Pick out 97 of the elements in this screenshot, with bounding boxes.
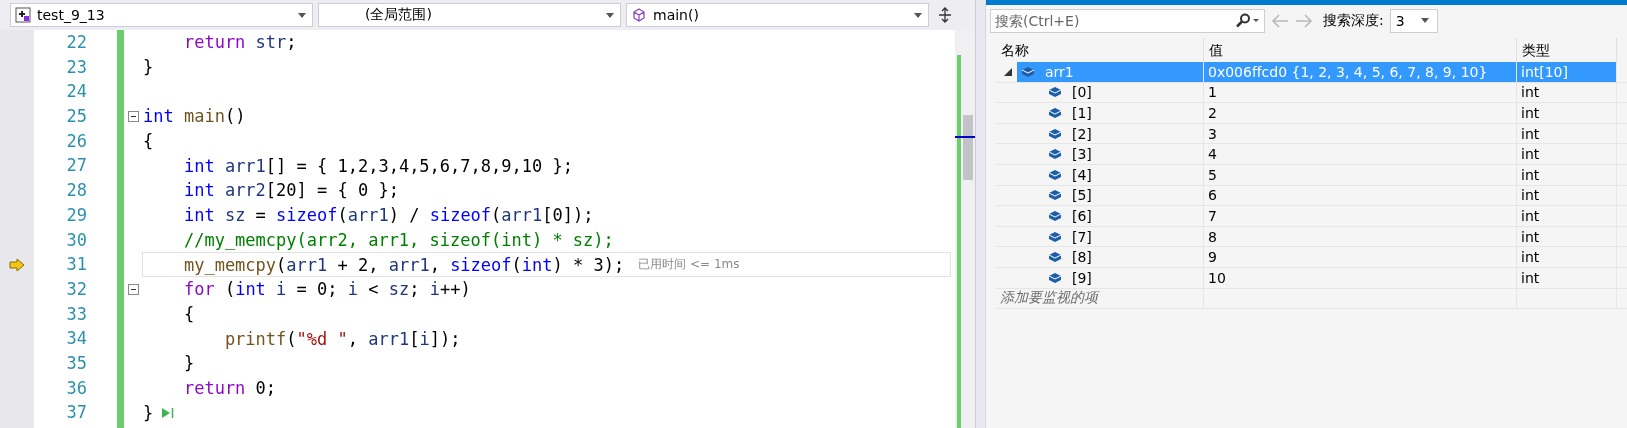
line-number: 28 bbox=[65, 179, 87, 203]
navigation-dropdown[interactable]: main() bbox=[626, 3, 929, 27]
watch-type-cell: int bbox=[1517, 185, 1617, 206]
watch-value-cell: 8 bbox=[1204, 226, 1517, 247]
watch-type-cell: int bbox=[1517, 226, 1617, 247]
variable-icon bbox=[1048, 148, 1062, 161]
variable-icon bbox=[1048, 107, 1062, 119]
watch-value-cell: 0x006ffcd0 {1, 2, 3, 4, 5, 6, 7, 8, 9, 10} bbox=[1204, 62, 1517, 82]
code-line: } bbox=[143, 402, 154, 423]
caret-icon bbox=[914, 12, 922, 18]
forward-arrow-icon[interactable] bbox=[1295, 13, 1313, 28]
line-number: 30 bbox=[65, 228, 87, 252]
code-line: { bbox=[143, 131, 154, 152]
watch-name-cell[interactable]: [1] bbox=[1044, 103, 1203, 123]
line-number: 27 bbox=[65, 154, 87, 178]
line-number: 35 bbox=[65, 351, 87, 375]
search-field[interactable]: 搜索(Ctrl+E) bbox=[990, 8, 1265, 33]
navigation-dropdown[interactable]: test_9_13 bbox=[10, 3, 313, 27]
cube-icon bbox=[631, 7, 647, 23]
code-line: for (int i = 0; i < sz; i++) bbox=[182, 279, 471, 300]
code-line: int main() bbox=[143, 106, 246, 127]
variable-icon bbox=[1048, 230, 1062, 243]
watch-name-cell[interactable]: [3] bbox=[1044, 144, 1203, 164]
code-line: my_memcpy(arr1 + 2, arr1, sizeof(int) * 3); bbox=[182, 254, 625, 275]
watch-type-cell: int bbox=[1517, 82, 1617, 103]
watch-type-cell: int bbox=[1517, 267, 1617, 288]
line-number: 36 bbox=[65, 376, 87, 400]
code-line: int arr1[] = { 1,2,3,4,5,6,7,8,9,10 }; bbox=[182, 155, 573, 176]
caret-icon bbox=[298, 12, 306, 18]
scrollbar[interactable] bbox=[955, 30, 975, 428]
watch-name-cell[interactable]: [5] bbox=[1044, 185, 1203, 206]
navigation-dropdown[interactable]: (全局范围) bbox=[318, 3, 621, 27]
variable-icon bbox=[1021, 65, 1035, 78]
code-line: return 0; bbox=[182, 377, 277, 398]
code-line: return str; bbox=[182, 32, 297, 53]
watch-type-cell: int[10] bbox=[1517, 62, 1617, 82]
line-number: 24 bbox=[65, 80, 87, 104]
variable-icon bbox=[1048, 271, 1062, 284]
watch-type-cell: int bbox=[1517, 103, 1617, 123]
watch-value-cell: 2 bbox=[1204, 103, 1517, 123]
line-number: 23 bbox=[65, 55, 87, 79]
line-number: 22 bbox=[65, 31, 87, 54]
line-number: 25 bbox=[65, 105, 87, 129]
collapse-icon[interactable] bbox=[127, 110, 139, 122]
watch-name-cell[interactable]: [6] bbox=[1044, 206, 1203, 226]
line-number: 37 bbox=[65, 401, 87, 425]
variable-icon bbox=[1048, 168, 1062, 181]
collapse-icon[interactable] bbox=[127, 283, 139, 295]
code-line: printf("%d ", arr1[i]); bbox=[223, 328, 461, 349]
watch-value-cell: 10 bbox=[1204, 267, 1517, 288]
variable-icon bbox=[1048, 127, 1062, 140]
variable-icon bbox=[1048, 189, 1062, 202]
split-icon[interactable] bbox=[938, 7, 952, 23]
perf-tip[interactable]: 已用时间 <= 1ms bbox=[638, 256, 740, 274]
watch-type-cell: int bbox=[1517, 144, 1617, 164]
watch-type-cell: int bbox=[1517, 164, 1617, 185]
line-number: 26 bbox=[65, 129, 87, 153]
watch-value-cell: 6 bbox=[1204, 185, 1517, 206]
add-watch-field[interactable]: 添加要监视的项 bbox=[996, 288, 1204, 309]
watch-name-cell[interactable]: [7] bbox=[1044, 226, 1203, 247]
watch-value-cell: 5 bbox=[1204, 164, 1517, 185]
code-line: int sz = sizeof(arr1) / sizeof(arr1[0]); bbox=[182, 205, 594, 226]
watch-name-cell[interactable]: [0] bbox=[1044, 82, 1203, 103]
line-number: 31 bbox=[65, 253, 87, 277]
caret-icon bbox=[1420, 18, 1429, 23]
code-line: int arr2[20] = { 0 }; bbox=[182, 180, 399, 201]
watch-value-cell: 7 bbox=[1204, 206, 1517, 226]
watch-value-cell: 1 bbox=[1204, 82, 1517, 103]
watch-type-cell: int bbox=[1517, 206, 1617, 226]
line-number: 33 bbox=[65, 302, 87, 326]
watch-name-cell[interactable]: [4] bbox=[1044, 164, 1203, 185]
code-line: { bbox=[182, 303, 195, 324]
code-line: } bbox=[143, 57, 154, 78]
watch-name-cell[interactable]: [9] bbox=[1044, 267, 1203, 288]
search-depth-label: 搜索深度: bbox=[1323, 11, 1384, 30]
code-line: //my_memcpy(arr2, arr1, sizeof(int) * sz); bbox=[182, 229, 614, 250]
variable-icon bbox=[1048, 86, 1062, 99]
search-icon[interactable] bbox=[1234, 12, 1260, 29]
caret-icon bbox=[606, 12, 614, 18]
variable-icon bbox=[1048, 209, 1062, 222]
expand-arrow-icon[interactable] bbox=[1004, 67, 1012, 76]
watch-name-cell[interactable]: [8] bbox=[1044, 247, 1203, 267]
project-icon bbox=[15, 7, 31, 23]
variable-icon bbox=[1048, 251, 1062, 264]
watch-name-cell[interactable]: [2] bbox=[1044, 123, 1203, 144]
run-to-here-icon[interactable] bbox=[161, 406, 176, 419]
watch-type-cell: int bbox=[1517, 123, 1617, 144]
line-number: 34 bbox=[65, 327, 87, 351]
line-number: 29 bbox=[65, 203, 87, 227]
back-arrow-icon[interactable] bbox=[1271, 13, 1289, 28]
line-number: 32 bbox=[65, 277, 87, 301]
watch-type-cell: int bbox=[1517, 247, 1617, 267]
code-line: } bbox=[182, 353, 195, 374]
search-depth-dropdown[interactable]: 3 bbox=[1389, 8, 1438, 33]
watch-value-cell: 4 bbox=[1204, 144, 1517, 164]
watch-value-cell: 9 bbox=[1204, 247, 1517, 267]
watch-value-cell: 3 bbox=[1204, 123, 1517, 144]
